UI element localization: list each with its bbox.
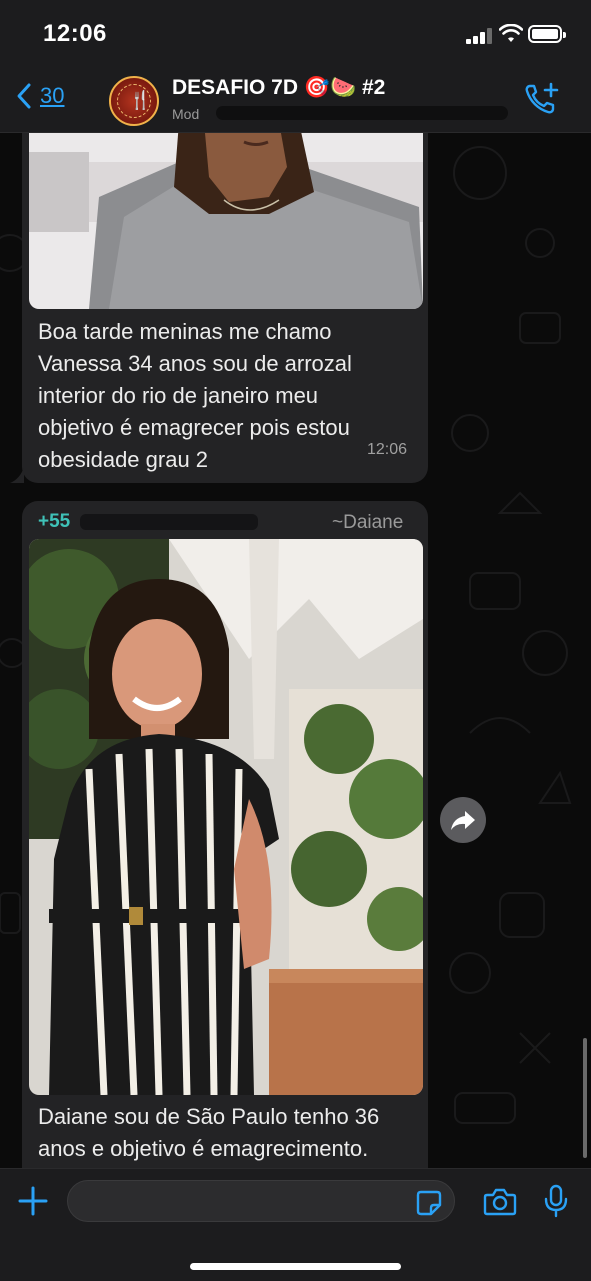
forward-icon <box>451 811 475 830</box>
input-bar <box>0 1168 591 1281</box>
bubble-tail <box>10 467 24 483</box>
scrollbar[interactable] <box>583 1038 587 1158</box>
cellular-signal-icon <box>466 28 492 44</box>
photo-woman-striped-dress <box>29 539 423 1095</box>
forward-button[interactable] <box>440 797 486 843</box>
camera-icon[interactable] <box>483 1187 517 1217</box>
sticker-icon[interactable] <box>416 1190 442 1216</box>
wifi-icon <box>499 24 523 42</box>
redaction-mark <box>216 106 508 120</box>
plus-icon[interactable] <box>17 1185 49 1217</box>
status-bar: 12:06 <box>0 0 591 68</box>
add-call-icon[interactable] <box>524 82 560 116</box>
message-input[interactable] <box>67 1180 455 1222</box>
message-photo[interactable] <box>29 133 423 309</box>
message-time: 12:06 <box>367 441 408 458</box>
group-subtitle: Mod <box>172 106 200 122</box>
back-unread-count: 30 <box>40 83 65 108</box>
microphone-icon[interactable] <box>544 1184 568 1218</box>
message-caption: Boa tarde meninas me chamo Vanessa 34 an… <box>38 319 352 472</box>
message-caption: Daiane sou de São Paulo tenho 36 anos e … <box>38 1104 380 1161</box>
redaction-mark <box>80 514 258 530</box>
battery-icon <box>528 25 566 43</box>
chat-area[interactable]: Boa tarde meninas me chamo Vanessa 34 an… <box>0 133 591 1168</box>
back-button[interactable]: 30 <box>16 82 64 110</box>
photo-woman-gray-shirt <box>29 133 423 309</box>
chevron-left-icon <box>17 83 31 109</box>
sender-name: ~Daiane <box>332 512 404 533</box>
message-photo[interactable] <box>29 539 423 1095</box>
group-avatar[interactable]: 🍴 <box>109 76 159 126</box>
group-title[interactable]: DESAFIO 7D 🎯🍉 #2 <box>172 76 385 100</box>
sender-phone[interactable]: +55 <box>38 511 70 533</box>
cutlery-icon: 🍴 <box>129 90 152 110</box>
status-time: 12:06 <box>43 20 107 47</box>
message-bubble[interactable]: Boa tarde meninas me chamo Vanessa 34 an… <box>22 133 428 483</box>
chat-header: 30 🍴 DESAFIO 7D 🎯🍉 #2 Mod <box>0 68 591 133</box>
message-bubble[interactable]: +55 ~Daiane Daiane sou de São Paulo tenh… <box>22 501 428 1168</box>
home-indicator[interactable] <box>190 1263 401 1270</box>
